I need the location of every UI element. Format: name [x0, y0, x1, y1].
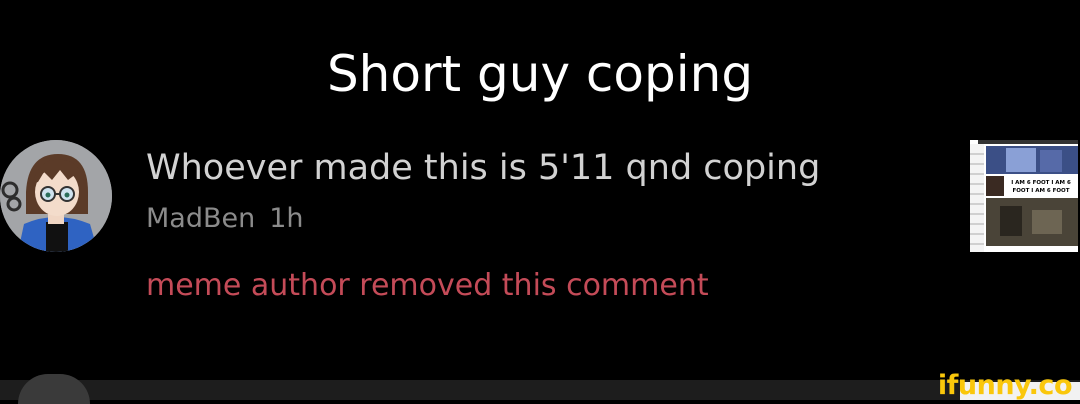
anime-character-avatar-image: [0, 140, 112, 252]
comment-author[interactable]: MadBen: [146, 203, 255, 234]
bottom-bar: [0, 380, 1080, 400]
meme-thumbnail-image: I AM 6 FOOT I AM 6 FOOT I AM 6 FOOT: [970, 140, 1078, 252]
thumbnail-caption-line2: FOOT I AM 6 FOOT: [1013, 188, 1070, 194]
avatar[interactable]: [0, 140, 112, 252]
comment-meta: MadBen 1h: [146, 199, 304, 239]
ifunny-watermark: ifunny.co: [937, 370, 1073, 401]
meme-thumbnail[interactable]: I AM 6 FOOT I AM 6 FOOT I AM 6 FOOT: [970, 140, 1078, 252]
page-title: Short guy coping: [326, 45, 754, 103]
removed-comment-notice: meme author removed this comment: [146, 268, 709, 303]
watermark-text: ifunny.co: [937, 370, 1073, 401]
thumbnail-caption-line1: I AM 6 FOOT I AM 6: [1011, 180, 1071, 186]
comment-time: 1h: [269, 203, 304, 234]
comment-text: Whoever made this is 5'11 qnd coping: [146, 148, 821, 188]
